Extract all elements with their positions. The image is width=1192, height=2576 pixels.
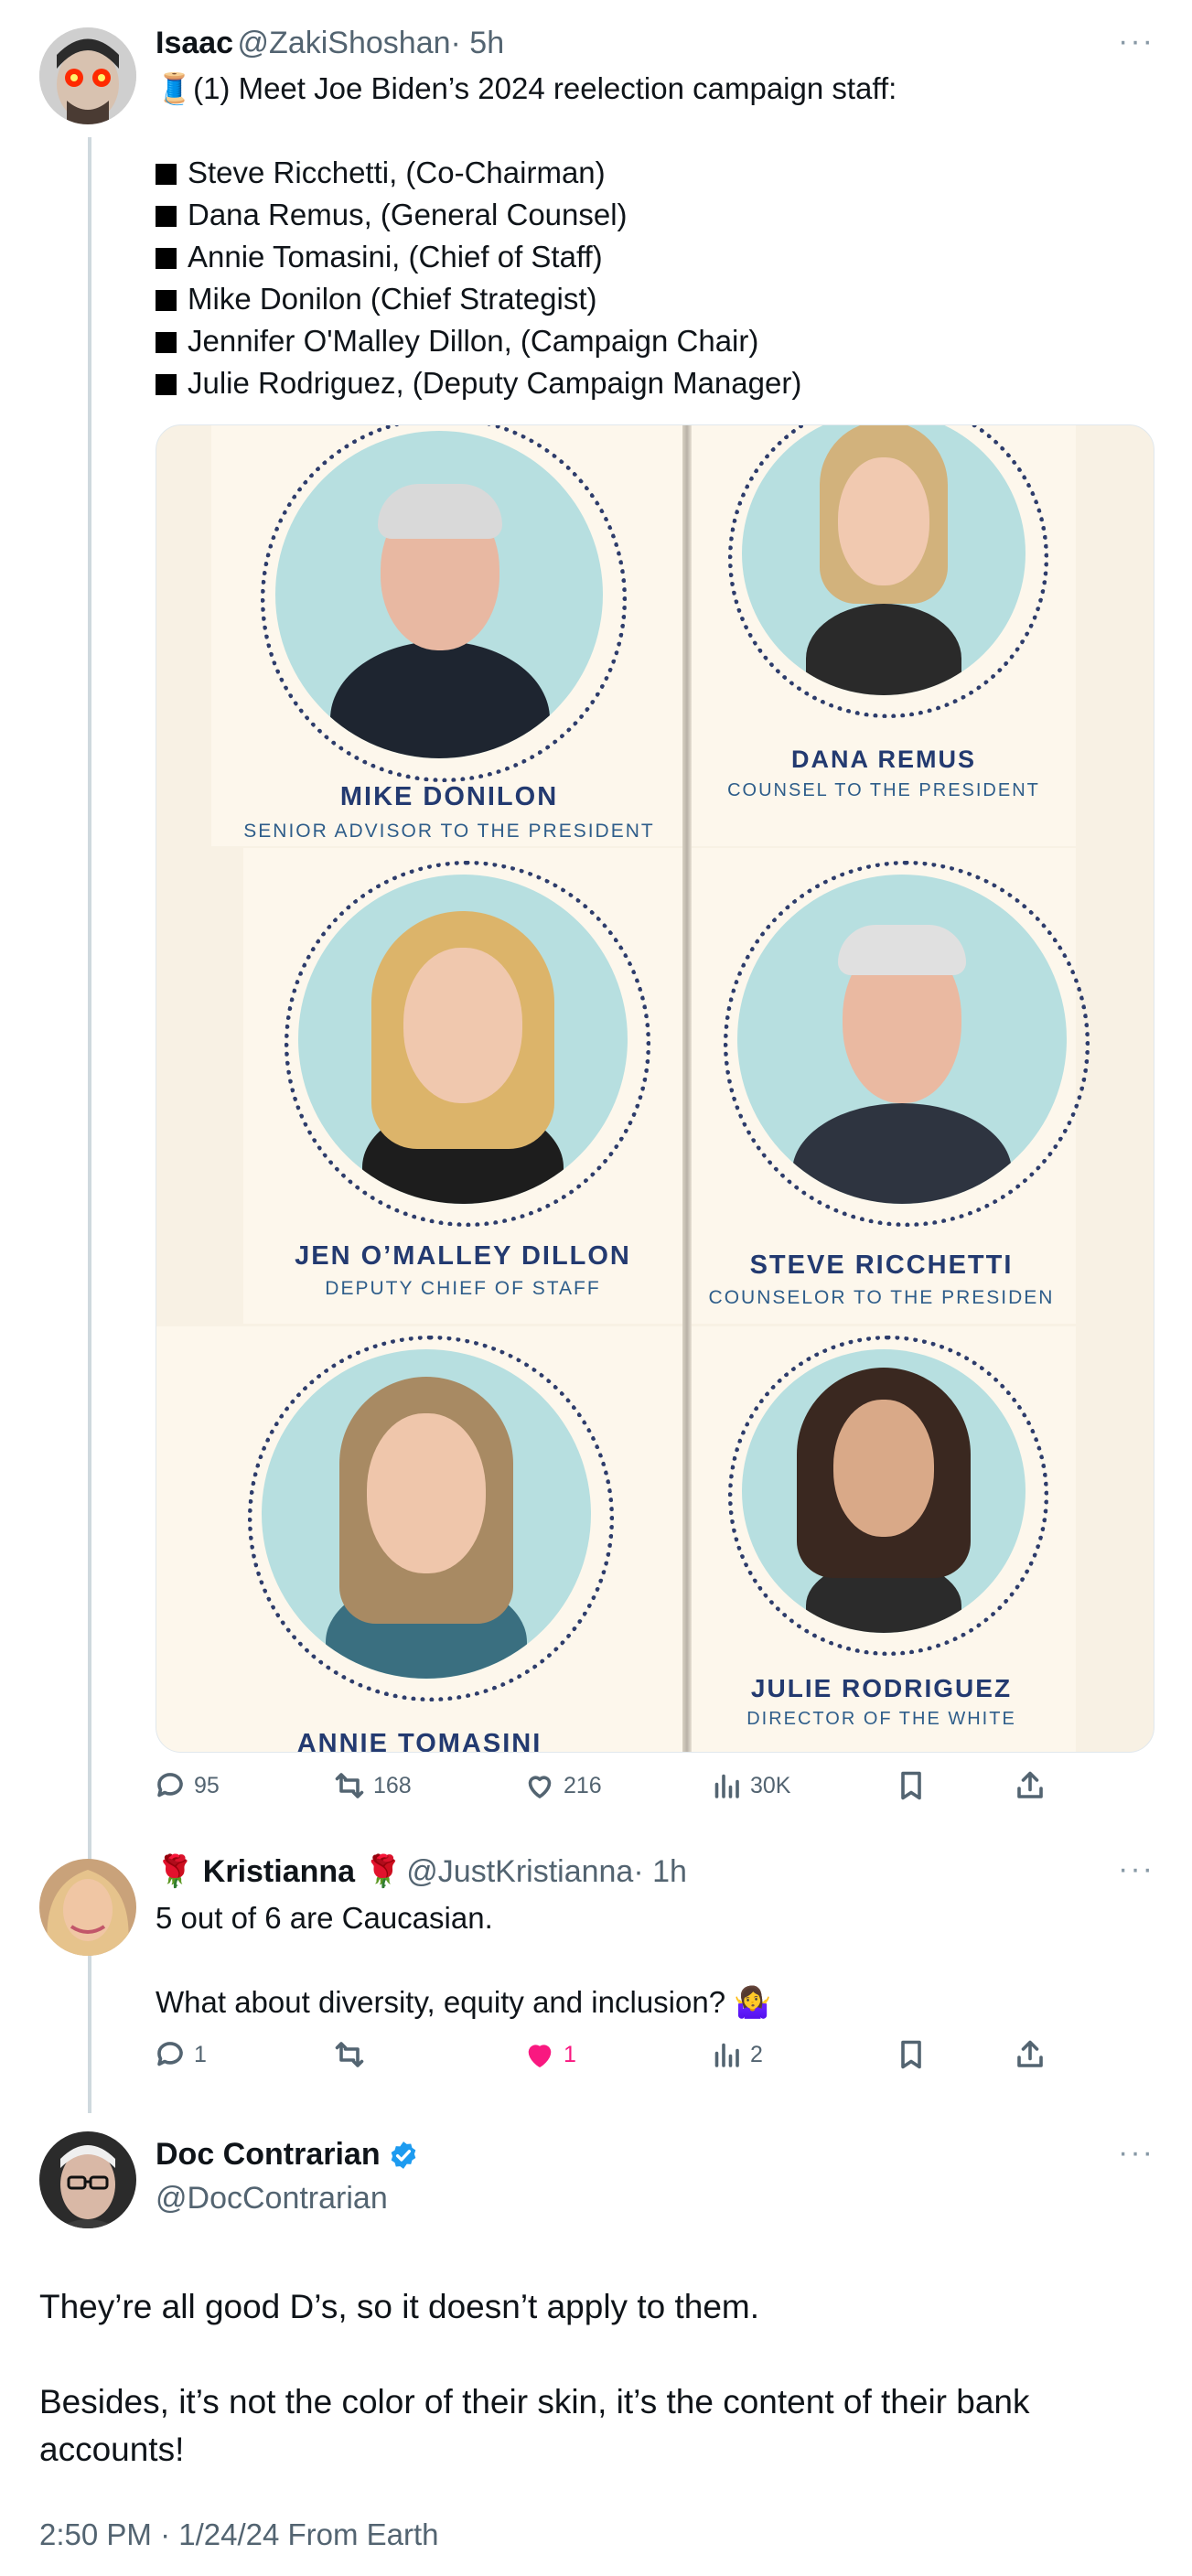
- photo-panel: STEVE RICCHETTI COUNSELOR TO THE PRESIDE…: [687, 848, 1090, 1324]
- views-count: 30K: [750, 1772, 791, 1798]
- share-icon: [1017, 1771, 1043, 1798]
- share-button[interactable]: [1014, 2038, 1047, 2071]
- tweet3-paragraph: Besides, it’s not the color of their ski…: [39, 2383, 1030, 2468]
- timestamp[interactable]: · 5h: [451, 26, 505, 60]
- author-handle[interactable]: @DocContrarian: [156, 2181, 388, 2216]
- like-button[interactable]: 216: [523, 1769, 602, 1802]
- caption-role: COUNSELOR TO THE PRESIDEN: [708, 1287, 1055, 1308]
- heart-icon: [528, 1776, 552, 1798]
- avatar-doccontrarian-image: [39, 2131, 136, 2228]
- tweet1-header: Isaac @ZakiShoshan· 5h: [156, 26, 504, 61]
- tweet2-header: 🌹 Kristianna 🌹 @JustKristianna· 1h: [156, 1853, 687, 1890]
- author-handle[interactable]: @ZakiShoshan: [238, 26, 451, 60]
- reply-button[interactable]: 95: [154, 1769, 220, 1802]
- views-chart-icon: [714, 2043, 739, 2067]
- views-button[interactable]: 2: [710, 2038, 763, 2071]
- caption-name: ANNIE TOMASINI: [296, 1729, 542, 1753]
- thread-connector: [88, 137, 91, 2113]
- like-count: 1: [564, 2041, 576, 2067]
- avatar-kristianna[interactable]: [39, 1859, 136, 1956]
- timestamp[interactable]: · 1h: [633, 1854, 687, 1889]
- caption-name: MIKE DONILON: [339, 782, 559, 811]
- verified-badge-icon: [391, 2141, 415, 2169]
- like-count: 216: [564, 1772, 602, 1798]
- bullet-item: Jennifer O'Malley Dillon, (Campaign Chai…: [156, 320, 1144, 362]
- avatar-kristianna-image: [39, 1859, 136, 1956]
- tweet2-line: 5 out of 6 are Caucasian.: [156, 1901, 493, 1935]
- bookmark-icon: [901, 2040, 921, 2069]
- caption-name: STEVE RICCHETTI: [749, 1250, 1014, 1280]
- author-name[interactable]: 🌹 Kristianna 🌹: [156, 1854, 403, 1889]
- photo-panel: DANA REMUS COUNSEL TO THE PRESIDENT: [692, 425, 1076, 846]
- avatar-isaac-image: [39, 27, 136, 124]
- photo-panel: JEN O’MALLEY DILLON DEPUTY CHIEF OF STAF…: [243, 848, 682, 1324]
- bullet-item: Dana Remus, (General Counsel): [156, 194, 1144, 236]
- caption-name: DANA REMUS: [791, 746, 976, 773]
- more-options-button[interactable]: ···: [1118, 2135, 1154, 2171]
- reply-count: 1: [194, 2041, 207, 2067]
- tweet1-image[interactable]: MIKE DONILON SENIOR ADVISOR TO THE PRESI…: [156, 424, 1154, 1753]
- author-name[interactable]: Isaac: [156, 26, 233, 60]
- photo-panel: JULIE RODRIGUEZ DIRECTOR OF THE WHITE: [687, 1326, 1076, 1752]
- like-button[interactable]: 1: [523, 2038, 576, 2071]
- bookmark-icon: [901, 1771, 921, 1800]
- avatar-doccontrarian[interactable]: [39, 2131, 136, 2228]
- caption-role: DEPUTY CHIEF OF STAFF: [325, 1278, 601, 1299]
- author-handle[interactable]: @JustKristianna: [406, 1854, 633, 1889]
- caption-role: COUNSEL TO THE PRESIDENT: [727, 780, 1040, 800]
- share-button[interactable]: [1014, 1769, 1047, 1802]
- tweet2-text: 5 out of 6 are Caucasian. What about div…: [156, 1897, 1144, 2023]
- bullet-item: Steve Ricchetti, (Co-Chairman): [156, 152, 1144, 194]
- more-options-button[interactable]: ···: [1118, 1852, 1154, 1887]
- caption-role: SENIOR ADVISOR TO THE PRESIDENT: [243, 821, 655, 842]
- views-chart-icon: [714, 1774, 739, 1798]
- tweet3-name-row: Doc Contrarian: [156, 2137, 419, 2173]
- share-icon: [1017, 2040, 1043, 2067]
- tweet3-meta: 2:50 PM · 1/24/24 From Earth: [39, 2517, 439, 2551]
- tweet3-paragraph: They’re all good D’s, so it doesn’t appl…: [39, 2288, 760, 2325]
- author-name[interactable]: Doc Contrarian: [156, 2137, 381, 2173]
- bullet-item: Julie Rodriguez, (Deputy Campaign Manage…: [156, 362, 1144, 404]
- bullet-item: Mike Donilon (Chief Strategist): [156, 278, 1144, 320]
- reply-button[interactable]: 1: [154, 2038, 207, 2071]
- repost-button[interactable]: 168: [333, 1769, 412, 1802]
- tweet3-text: They’re all good D’s, so it doesn’t appl…: [39, 2283, 1137, 2474]
- photo-panel: ANNIE TOMASINI: [156, 1326, 682, 1752]
- bookmark-button[interactable]: [895, 1769, 928, 1802]
- views-button[interactable]: 30K: [710, 1769, 790, 1802]
- tweet1-intro: 🧵(1) Meet Joe Biden’s 2024 reelection ca…: [156, 71, 897, 105]
- repost-icon: [335, 2042, 364, 2067]
- photo-panel: MIKE DONILON SENIOR ADVISOR TO THE PRESI…: [211, 425, 687, 846]
- tweet2-line: What about diversity, equity and inclusi…: [156, 1985, 772, 2019]
- bullet-item: Annie Tomasini, (Chief of Staff): [156, 236, 1144, 278]
- more-options-button[interactable]: ···: [1118, 24, 1154, 59]
- caption-role: DIRECTOR OF THE WHITE: [746, 1709, 1016, 1729]
- repost-icon: [335, 1773, 364, 1798]
- repost-button[interactable]: [333, 2038, 373, 2071]
- caption-name: JEN O’MALLEY DILLON: [295, 1241, 631, 1271]
- reply-count: 95: [194, 1772, 220, 1798]
- caption-name: JULIE RODRIGUEZ: [750, 1674, 1013, 1702]
- repost-count: 168: [373, 1772, 412, 1798]
- heart-filled-icon: [528, 2045, 552, 2067]
- tweet1-text: 🧵(1) Meet Joe Biden’s 2024 reelection ca…: [156, 68, 1144, 404]
- bookmark-button[interactable]: [895, 2038, 928, 2071]
- views-count: 2: [750, 2041, 763, 2067]
- reply-icon: [157, 1773, 183, 1798]
- avatar-isaac[interactable]: [39, 27, 136, 124]
- reply-icon: [157, 2042, 183, 2066]
